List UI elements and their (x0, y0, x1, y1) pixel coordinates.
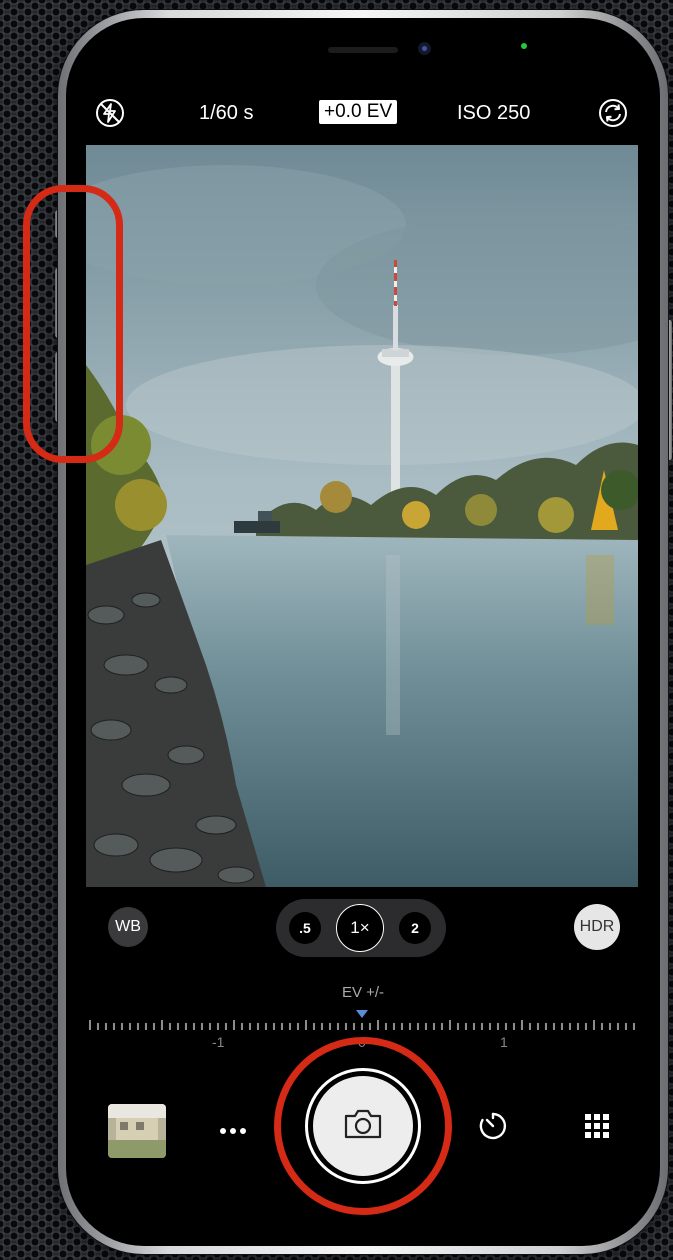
timer-icon[interactable] (476, 1109, 510, 1143)
hdr-button[interactable]: HDR (574, 904, 620, 950)
zoom-selector: .5 1× 2 (276, 899, 446, 957)
exposure-ruler-label: EV +/- (341, 984, 385, 1001)
volume-buttons-highlight (23, 185, 123, 463)
last-photo-thumbnail[interactable] (108, 1104, 166, 1158)
white-balance-button[interactable]: WB (108, 907, 148, 947)
zoom-option-2x[interactable]: 2 (399, 912, 431, 944)
exposure-value-chip[interactable]: +0.0 EV (319, 100, 398, 124)
shutter-speed-value[interactable]: 1/60 s (199, 101, 253, 125)
camera-switch-icon[interactable] (596, 96, 630, 130)
exposure-marker (356, 1010, 368, 1018)
viewfinder[interactable] (86, 145, 638, 887)
camera-in-use-indicator (521, 43, 527, 49)
more-dots-icon[interactable] (216, 1114, 250, 1148)
iso-value[interactable]: ISO 250 (457, 101, 530, 125)
shutter-button-highlight (274, 1037, 452, 1215)
earpiece-speaker (328, 47, 398, 53)
top-settings-bar: 1/60 s +0.0 EV ISO 250 (66, 93, 660, 133)
mode-controls-row: WB .5 1× 2 HDR (66, 898, 660, 958)
ruler-tick-label-minus-1: -1 (212, 1034, 225, 1050)
grid-icon[interactable] (580, 1109, 614, 1143)
zoom-option-1x[interactable]: 1× (336, 904, 384, 952)
front-camera (418, 42, 431, 55)
flash-off-icon[interactable] (93, 96, 127, 130)
zoom-option-0-5[interactable]: .5 (289, 912, 321, 944)
ruler-tick-label-1: 1 (500, 1034, 508, 1050)
